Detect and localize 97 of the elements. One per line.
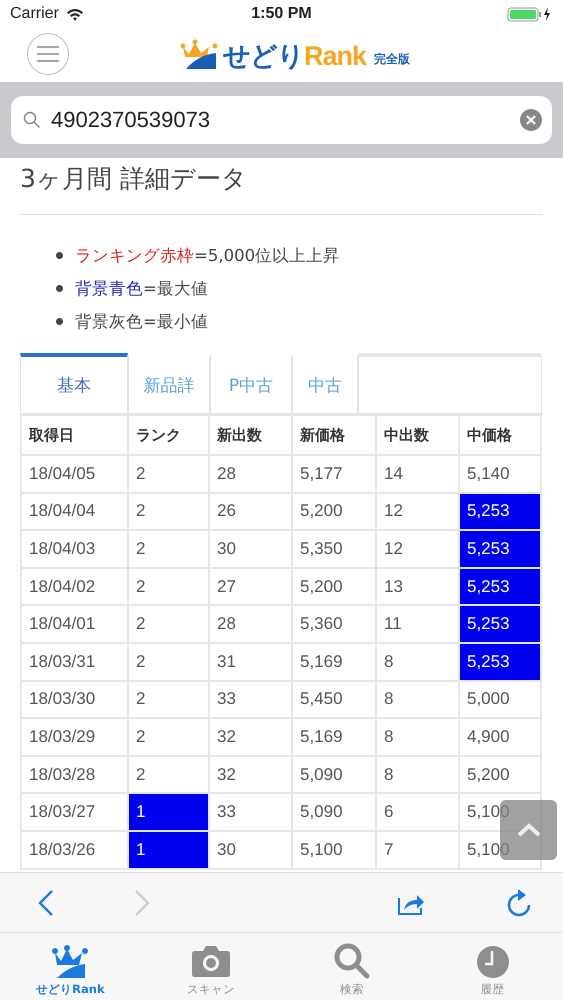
camera-icon [191, 945, 232, 979]
column-header: 中価格 [459, 415, 541, 455]
table-cell: 5,253 [459, 530, 541, 568]
table-cell: 5,253 [459, 492, 541, 530]
column-header: 中出数 [376, 415, 459, 455]
table-cell: 5,253 [459, 605, 541, 643]
menu-icon [36, 45, 60, 63]
tab-bar-item[interactable]: 検索 [282, 933, 422, 1000]
table-cell: 14 [376, 455, 459, 493]
table-cell: 2 [128, 530, 209, 568]
table-cell: 7 [376, 830, 459, 869]
table-cell: 5,200 [459, 756, 541, 794]
table-cell: 18/03/28 [21, 756, 128, 794]
legend-text: 背景青色=最大値 [75, 278, 208, 300]
table-cell: 18/03/27 [21, 793, 128, 831]
tab[interactable]: 基本 [20, 353, 128, 414]
table-cell: 30 [209, 830, 292, 869]
table-cell: 18/04/05 [21, 455, 128, 493]
table-cell: 2 [128, 605, 209, 643]
bullet-icon [56, 285, 63, 292]
back-icon[interactable] [38, 888, 54, 916]
table-cell: 30 [209, 530, 292, 568]
table-cell: 5,200 [292, 492, 376, 530]
tab[interactable]: 新品詳 [128, 353, 210, 414]
crown-logo-icon [180, 39, 219, 71]
table-cell: 5,450 [292, 680, 376, 718]
table-cell: 18/03/30 [21, 680, 128, 718]
table-cell: 5,090 [292, 793, 376, 831]
table-cell: 5,169 [292, 718, 376, 756]
table-cell: 18/03/31 [21, 642, 128, 681]
table-cell: 8 [376, 756, 459, 794]
bullet-icon [56, 318, 63, 325]
table-cell: 31 [209, 642, 292, 681]
clear-icon[interactable] [520, 109, 542, 131]
table-cell: 5,100 [292, 830, 376, 869]
table-cell: 5,000 [459, 680, 541, 718]
search-field[interactable]: 4902370539073 [11, 96, 552, 144]
table-cell: 28 [209, 455, 292, 493]
table-cell: 5,253 [459, 642, 541, 681]
legend-text: ランキング赤枠=5,000位以上上昇 [75, 244, 340, 266]
column-header: 取得日 [21, 415, 128, 455]
table-cell: 6 [376, 793, 459, 831]
reload-icon[interactable] [505, 888, 533, 918]
table-cell: 4,900 [459, 718, 541, 756]
table-cell: 27 [209, 568, 292, 606]
table-cell: 18/04/03 [21, 530, 128, 568]
carrier-label: Carrier [10, 5, 59, 23]
app-logo-text: せどり Rank [222, 41, 366, 71]
bullet-icon [56, 252, 63, 259]
clock-icon [476, 945, 510, 979]
table-cell: 5,360 [292, 605, 376, 643]
tab-bar-item[interactable]: 履歴 [422, 933, 563, 1000]
table-cell: 1 [128, 793, 209, 831]
wifi-icon [66, 8, 84, 20]
clock-time: 1:50 PM [250, 5, 313, 23]
table-cell: 33 [209, 793, 292, 831]
table-cell: 32 [209, 756, 292, 794]
column-header: ランク [128, 415, 209, 455]
table-cell: 5,253 [459, 568, 541, 606]
table-cell: 2 [128, 492, 209, 530]
search-icon [332, 943, 371, 979]
table-cell: 18/03/29 [21, 718, 128, 756]
edition-label: 完全版 [374, 51, 410, 68]
table-cell: 18/04/01 [21, 605, 128, 643]
table-cell: 18/03/26 [21, 830, 128, 869]
table-cell: 8 [376, 680, 459, 718]
table-cell: 8 [376, 718, 459, 756]
table-cell: 1 [128, 830, 209, 869]
tab[interactable]: 中古 [292, 353, 358, 414]
tab[interactable]: P中古 [210, 353, 292, 414]
page-title: 3ヶ月間 詳細データ [20, 163, 248, 195]
chevron-up-icon [516, 822, 542, 838]
table-cell: 2 [128, 680, 209, 718]
table-cell: 2 [128, 642, 209, 681]
table-cell: 5,350 [292, 530, 376, 568]
column-header: 新出数 [209, 415, 292, 455]
column-header: 新価格 [292, 415, 376, 455]
menu-button[interactable] [27, 33, 69, 75]
tab-bar-item[interactable]: スキャン [140, 933, 282, 1000]
tab-bar-item[interactable]: せどりRank [0, 933, 141, 1000]
battery-icon [507, 6, 553, 22]
table-cell: 5,090 [292, 756, 376, 794]
table-cell: 33 [209, 680, 292, 718]
table-cell: 18/04/04 [21, 492, 128, 530]
table-cell: 26 [209, 492, 292, 530]
table-cell: 5,169 [292, 642, 376, 681]
table-cell: 18/04/02 [21, 568, 128, 606]
table-cell: 5,200 [292, 568, 376, 606]
search-icon [23, 111, 41, 129]
table-cell: 5,177 [292, 455, 376, 493]
table-cell: 2 [128, 568, 209, 606]
table-cell: 32 [209, 718, 292, 756]
crown-icon [51, 945, 90, 979]
table-cell: 2 [128, 718, 209, 756]
legend-text: 背景灰色=最小値 [75, 310, 208, 332]
table-cell: 28 [209, 605, 292, 643]
table-cell: 2 [128, 455, 209, 493]
